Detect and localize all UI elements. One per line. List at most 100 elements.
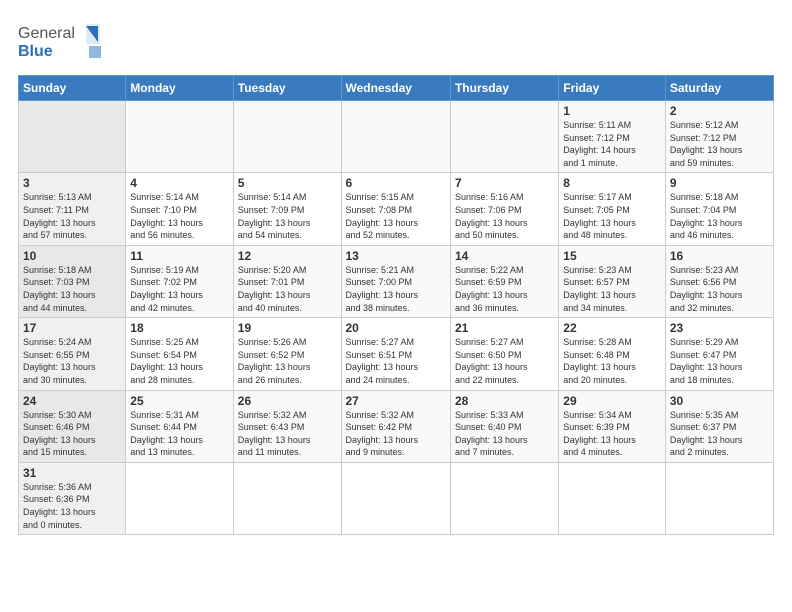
day-number: 31 bbox=[23, 466, 121, 480]
day-number: 6 bbox=[346, 176, 446, 190]
week-row-4: 17Sunrise: 5:24 AM Sunset: 6:55 PM Dayli… bbox=[19, 318, 774, 390]
day-cell: 18Sunrise: 5:25 AM Sunset: 6:54 PM Dayli… bbox=[126, 318, 233, 390]
day-number: 24 bbox=[23, 394, 121, 408]
day-cell: 24Sunrise: 5:30 AM Sunset: 6:46 PM Dayli… bbox=[19, 390, 126, 462]
day-info: Sunrise: 5:15 AM Sunset: 7:08 PM Dayligh… bbox=[346, 191, 446, 241]
week-row-1: 1Sunrise: 5:11 AM Sunset: 7:12 PM Daylig… bbox=[19, 101, 774, 173]
day-cell bbox=[126, 101, 233, 173]
day-cell bbox=[233, 462, 341, 534]
day-cell: 26Sunrise: 5:32 AM Sunset: 6:43 PM Dayli… bbox=[233, 390, 341, 462]
day-number: 4 bbox=[130, 176, 228, 190]
weekday-header-thursday: Thursday bbox=[450, 76, 558, 101]
day-cell: 8Sunrise: 5:17 AM Sunset: 7:05 PM Daylig… bbox=[559, 173, 666, 245]
day-number: 14 bbox=[455, 249, 554, 263]
day-number: 18 bbox=[130, 321, 228, 335]
day-info: Sunrise: 5:12 AM Sunset: 7:12 PM Dayligh… bbox=[670, 119, 769, 169]
day-cell: 14Sunrise: 5:22 AM Sunset: 6:59 PM Dayli… bbox=[450, 245, 558, 317]
day-cell bbox=[126, 462, 233, 534]
day-cell: 29Sunrise: 5:34 AM Sunset: 6:39 PM Dayli… bbox=[559, 390, 666, 462]
day-info: Sunrise: 5:27 AM Sunset: 6:51 PM Dayligh… bbox=[346, 336, 446, 386]
logo-wordmark: General Blue bbox=[18, 18, 108, 65]
day-number: 28 bbox=[455, 394, 554, 408]
day-cell bbox=[341, 462, 450, 534]
weekday-header-wednesday: Wednesday bbox=[341, 76, 450, 101]
day-cell: 15Sunrise: 5:23 AM Sunset: 6:57 PM Dayli… bbox=[559, 245, 666, 317]
day-info: Sunrise: 5:22 AM Sunset: 6:59 PM Dayligh… bbox=[455, 264, 554, 314]
day-number: 8 bbox=[563, 176, 661, 190]
day-cell: 10Sunrise: 5:18 AM Sunset: 7:03 PM Dayli… bbox=[19, 245, 126, 317]
day-cell bbox=[450, 462, 558, 534]
day-cell: 6Sunrise: 5:15 AM Sunset: 7:08 PM Daylig… bbox=[341, 173, 450, 245]
day-cell: 13Sunrise: 5:21 AM Sunset: 7:00 PM Dayli… bbox=[341, 245, 450, 317]
day-number: 27 bbox=[346, 394, 446, 408]
day-info: Sunrise: 5:14 AM Sunset: 7:10 PM Dayligh… bbox=[130, 191, 228, 241]
header: General Blue bbox=[18, 18, 774, 65]
day-cell: 2Sunrise: 5:12 AM Sunset: 7:12 PM Daylig… bbox=[665, 101, 773, 173]
day-cell: 16Sunrise: 5:23 AM Sunset: 6:56 PM Dayli… bbox=[665, 245, 773, 317]
weekday-row: SundayMondayTuesdayWednesdayThursdayFrid… bbox=[19, 76, 774, 101]
day-number: 20 bbox=[346, 321, 446, 335]
weekday-header-sunday: Sunday bbox=[19, 76, 126, 101]
day-cell: 11Sunrise: 5:19 AM Sunset: 7:02 PM Dayli… bbox=[126, 245, 233, 317]
day-info: Sunrise: 5:23 AM Sunset: 6:57 PM Dayligh… bbox=[563, 264, 661, 314]
day-number: 5 bbox=[238, 176, 337, 190]
logo: General Blue bbox=[18, 18, 108, 65]
day-info: Sunrise: 5:11 AM Sunset: 7:12 PM Dayligh… bbox=[563, 119, 661, 169]
day-number: 9 bbox=[670, 176, 769, 190]
day-info: Sunrise: 5:34 AM Sunset: 6:39 PM Dayligh… bbox=[563, 409, 661, 459]
day-cell: 31Sunrise: 5:36 AM Sunset: 6:36 PM Dayli… bbox=[19, 462, 126, 534]
day-number: 17 bbox=[23, 321, 121, 335]
day-info: Sunrise: 5:25 AM Sunset: 6:54 PM Dayligh… bbox=[130, 336, 228, 386]
day-number: 7 bbox=[455, 176, 554, 190]
day-info: Sunrise: 5:31 AM Sunset: 6:44 PM Dayligh… bbox=[130, 409, 228, 459]
day-cell: 7Sunrise: 5:16 AM Sunset: 7:06 PM Daylig… bbox=[450, 173, 558, 245]
day-info: Sunrise: 5:35 AM Sunset: 6:37 PM Dayligh… bbox=[670, 409, 769, 459]
day-cell: 25Sunrise: 5:31 AM Sunset: 6:44 PM Dayli… bbox=[126, 390, 233, 462]
day-number: 23 bbox=[670, 321, 769, 335]
day-cell bbox=[559, 462, 666, 534]
day-info: Sunrise: 5:36 AM Sunset: 6:36 PM Dayligh… bbox=[23, 481, 121, 531]
day-info: Sunrise: 5:27 AM Sunset: 6:50 PM Dayligh… bbox=[455, 336, 554, 386]
svg-text:General: General bbox=[18, 25, 75, 42]
day-number: 11 bbox=[130, 249, 228, 263]
day-number: 30 bbox=[670, 394, 769, 408]
day-number: 25 bbox=[130, 394, 228, 408]
day-cell: 23Sunrise: 5:29 AM Sunset: 6:47 PM Dayli… bbox=[665, 318, 773, 390]
day-info: Sunrise: 5:18 AM Sunset: 7:03 PM Dayligh… bbox=[23, 264, 121, 314]
day-cell: 20Sunrise: 5:27 AM Sunset: 6:51 PM Dayli… bbox=[341, 318, 450, 390]
day-info: Sunrise: 5:26 AM Sunset: 6:52 PM Dayligh… bbox=[238, 336, 337, 386]
day-cell: 21Sunrise: 5:27 AM Sunset: 6:50 PM Dayli… bbox=[450, 318, 558, 390]
day-cell: 1Sunrise: 5:11 AM Sunset: 7:12 PM Daylig… bbox=[559, 101, 666, 173]
day-cell: 22Sunrise: 5:28 AM Sunset: 6:48 PM Dayli… bbox=[559, 318, 666, 390]
calendar-body: 1Sunrise: 5:11 AM Sunset: 7:12 PM Daylig… bbox=[19, 101, 774, 535]
day-info: Sunrise: 5:33 AM Sunset: 6:40 PM Dayligh… bbox=[455, 409, 554, 459]
day-info: Sunrise: 5:24 AM Sunset: 6:55 PM Dayligh… bbox=[23, 336, 121, 386]
day-cell: 27Sunrise: 5:32 AM Sunset: 6:42 PM Dayli… bbox=[341, 390, 450, 462]
day-number: 1 bbox=[563, 104, 661, 118]
day-info: Sunrise: 5:13 AM Sunset: 7:11 PM Dayligh… bbox=[23, 191, 121, 241]
svg-text:Blue: Blue bbox=[18, 43, 53, 60]
day-cell bbox=[341, 101, 450, 173]
calendar-table: SundayMondayTuesdayWednesdayThursdayFrid… bbox=[18, 75, 774, 535]
weekday-header-tuesday: Tuesday bbox=[233, 76, 341, 101]
day-cell: 17Sunrise: 5:24 AM Sunset: 6:55 PM Dayli… bbox=[19, 318, 126, 390]
day-info: Sunrise: 5:29 AM Sunset: 6:47 PM Dayligh… bbox=[670, 336, 769, 386]
day-cell: 4Sunrise: 5:14 AM Sunset: 7:10 PM Daylig… bbox=[126, 173, 233, 245]
weekday-header-friday: Friday bbox=[559, 76, 666, 101]
day-info: Sunrise: 5:32 AM Sunset: 6:43 PM Dayligh… bbox=[238, 409, 337, 459]
day-number: 10 bbox=[23, 249, 121, 263]
day-info: Sunrise: 5:14 AM Sunset: 7:09 PM Dayligh… bbox=[238, 191, 337, 241]
day-number: 21 bbox=[455, 321, 554, 335]
day-info: Sunrise: 5:23 AM Sunset: 6:56 PM Dayligh… bbox=[670, 264, 769, 314]
day-cell bbox=[665, 462, 773, 534]
day-cell: 30Sunrise: 5:35 AM Sunset: 6:37 PM Dayli… bbox=[665, 390, 773, 462]
day-cell bbox=[450, 101, 558, 173]
day-number: 19 bbox=[238, 321, 337, 335]
day-info: Sunrise: 5:21 AM Sunset: 7:00 PM Dayligh… bbox=[346, 264, 446, 314]
day-info: Sunrise: 5:18 AM Sunset: 7:04 PM Dayligh… bbox=[670, 191, 769, 241]
day-number: 12 bbox=[238, 249, 337, 263]
weekday-header-monday: Monday bbox=[126, 76, 233, 101]
day-number: 26 bbox=[238, 394, 337, 408]
day-cell: 28Sunrise: 5:33 AM Sunset: 6:40 PM Dayli… bbox=[450, 390, 558, 462]
day-cell: 3Sunrise: 5:13 AM Sunset: 7:11 PM Daylig… bbox=[19, 173, 126, 245]
